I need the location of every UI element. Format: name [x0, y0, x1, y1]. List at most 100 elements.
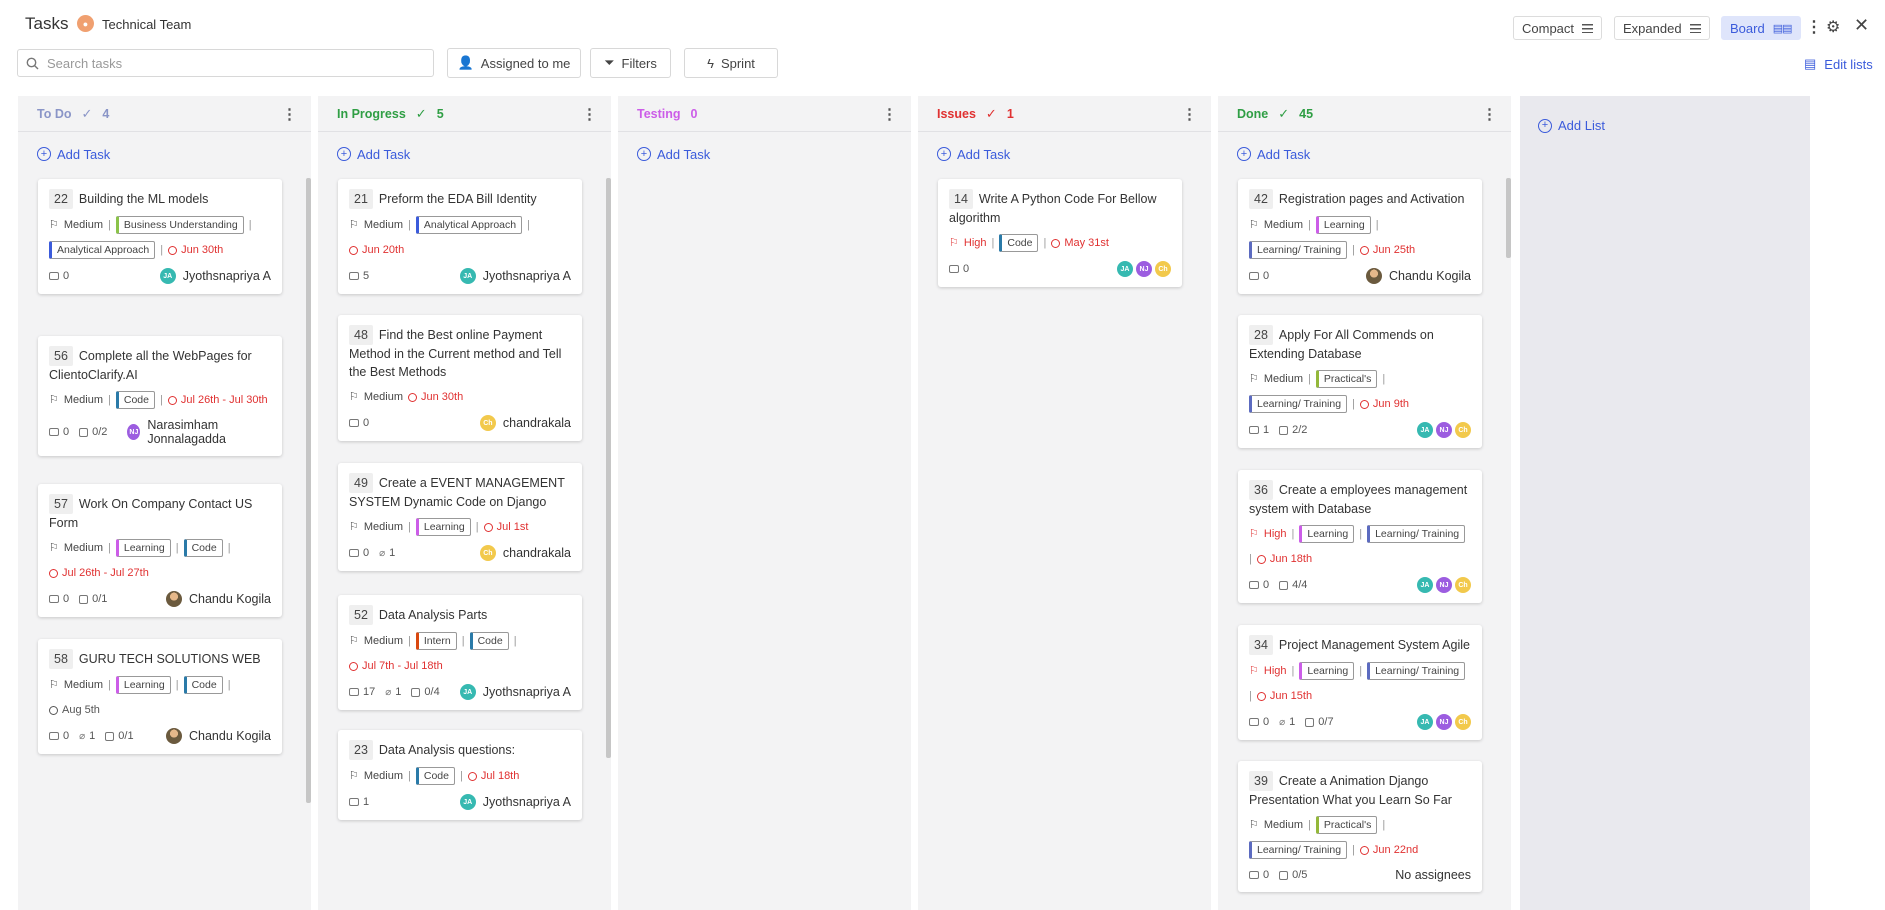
- tag[interactable]: Analytical Approach: [415, 216, 523, 234]
- checklist[interactable]: 2/2: [1279, 424, 1307, 436]
- due-date[interactable]: Jul 1st: [483, 517, 528, 537]
- task-card[interactable]: 49 Create a EVENT MANAGEMENT SYSTEM Dynam…: [338, 463, 582, 571]
- scrollbar-thumb[interactable]: [606, 178, 611, 758]
- due-date[interactable]: Jun 30th: [408, 387, 463, 407]
- tag[interactable]: Practical's: [1315, 816, 1378, 834]
- compact-view-button[interactable]: Compact: [1513, 16, 1603, 40]
- comments[interactable]: 0: [1249, 716, 1269, 728]
- checklist[interactable]: 4/4: [1279, 579, 1307, 591]
- assignee[interactable]: JA Jyothsnapriya A: [459, 794, 571, 810]
- assignee[interactable]: JA Jyothsnapriya A: [459, 268, 571, 284]
- search-box[interactable]: [17, 49, 434, 77]
- add-task-button[interactable]: + Add Task: [18, 132, 311, 176]
- assignee[interactable]: Chandu Kogila: [165, 728, 271, 744]
- priority[interactable]: ⚐ Medium: [349, 387, 403, 407]
- checklist[interactable]: 0/1: [105, 730, 134, 742]
- filters-button[interactable]: ⏷ Filters: [590, 48, 671, 78]
- tag[interactable]: Code: [469, 632, 509, 650]
- comments[interactable]: 0: [1249, 579, 1269, 591]
- task-title[interactable]: 28 Apply For All Commends on Extending Da…: [1249, 325, 1471, 363]
- task-card[interactable]: 58 GURU TECH SOLUTIONS WEB ⚐ Medium | Learni…: [38, 639, 282, 754]
- task-card[interactable]: 48 Find the Best online Payment Method in…: [338, 315, 582, 441]
- due-date[interactable]: Jun 22nd: [1359, 840, 1418, 860]
- tag[interactable]: Code: [115, 391, 155, 409]
- more-options-icon[interactable]: ⋮: [1806, 17, 1822, 37]
- tag[interactable]: Learning: [115, 676, 171, 694]
- tag[interactable]: Learning: [1315, 216, 1371, 234]
- tag[interactable]: Learning: [1299, 662, 1355, 680]
- column-menu-icon[interactable]: ⋮: [582, 105, 597, 123]
- tag[interactable]: Learning/ Training: [1249, 841, 1348, 859]
- settings-gear-icon[interactable]: ⚙: [1826, 17, 1840, 37]
- priority[interactable]: ⚐ High: [1249, 524, 1287, 544]
- due-date[interactable]: Jul 18th: [467, 766, 519, 786]
- comments[interactable]: 0: [49, 270, 69, 282]
- assignee-group[interactable]: JA NJ Ch: [1417, 422, 1471, 438]
- due-date[interactable]: Jul 26th - Jul 30th: [167, 390, 268, 410]
- no-assignees[interactable]: No assignees: [1395, 868, 1471, 882]
- attachments[interactable]: ⌀ 1: [379, 547, 395, 559]
- assignee-group[interactable]: JA NJ Ch: [1417, 714, 1471, 730]
- tag[interactable]: Learning: [115, 539, 171, 557]
- priority[interactable]: ⚐ Medium: [349, 215, 403, 235]
- column-title[interactable]: Issues: [937, 107, 976, 121]
- attachments[interactable]: ⌀ 1: [1279, 716, 1295, 728]
- priority[interactable]: ⚐ Medium: [1249, 815, 1303, 835]
- tag[interactable]: Learning/ Training: [1249, 395, 1348, 413]
- due-date[interactable]: Jun 9th: [1359, 394, 1409, 414]
- add-task-button[interactable]: + Add Task: [918, 132, 1211, 176]
- task-card[interactable]: 56 Complete all the WebPages for ClientoC…: [38, 336, 282, 456]
- task-title[interactable]: 48 Find the Best online Payment Method in…: [349, 325, 571, 381]
- task-card[interactable]: 42 Registration pages and Activation ⚐ Med…: [1238, 179, 1482, 294]
- tag[interactable]: Learning/ Training: [1249, 241, 1348, 259]
- task-card[interactable]: 36 Create a employees management system w…: [1238, 470, 1482, 603]
- task-title[interactable]: 21 Preform the EDA Bill Identity: [349, 189, 571, 209]
- task-title[interactable]: 34 Project Management System Agile: [1249, 635, 1471, 655]
- due-date[interactable]: Jul 7th - Jul 18th: [349, 656, 443, 676]
- task-title[interactable]: 58 GURU TECH SOLUTIONS WEB: [49, 649, 271, 669]
- priority[interactable]: ⚐ Medium: [49, 675, 103, 695]
- task-title[interactable]: 36 Create a employees management system w…: [1249, 480, 1471, 518]
- task-card[interactable]: 57 Work On Company Contact US Form ⚐ Mediu…: [38, 484, 282, 617]
- priority[interactable]: ⚐ Medium: [349, 517, 403, 537]
- due-date[interactable]: Jun 25th: [1359, 240, 1415, 260]
- tag[interactable]: Learning/ Training: [1367, 525, 1466, 543]
- assignee[interactable]: Chandu Kogila: [1365, 268, 1471, 284]
- tag[interactable]: Code: [415, 767, 455, 785]
- comments[interactable]: 1: [1249, 424, 1269, 436]
- tag[interactable]: Analytical Approach: [49, 241, 156, 259]
- assignee-group[interactable]: JA NJ Ch: [1117, 261, 1171, 277]
- assigned-to-me-button[interactable]: 👤 Assigned to me: [447, 48, 581, 78]
- comments[interactable]: 0: [49, 730, 69, 742]
- tag[interactable]: Code: [999, 234, 1039, 252]
- assignee[interactable]: Ch chandrakala: [479, 545, 571, 561]
- comments[interactable]: 0: [1249, 270, 1269, 282]
- search-input[interactable]: [47, 55, 407, 71]
- checklist[interactable]: 0/2: [79, 426, 107, 438]
- add-task-button[interactable]: + Add Task: [618, 132, 911, 176]
- comments[interactable]: 0: [1249, 869, 1269, 881]
- task-card[interactable]: 23 Data Analysis questions: ⚐ Medium | Code |…: [338, 730, 582, 820]
- checklist[interactable]: 0/1: [79, 593, 107, 605]
- edit-lists-button[interactable]: ▤ Edit lists: [1804, 56, 1873, 72]
- scrollbar-thumb[interactable]: [1506, 178, 1511, 258]
- task-card[interactable]: 39 Create a Animation Django Presentation…: [1238, 761, 1482, 892]
- priority[interactable]: ⚐ Medium: [349, 766, 403, 786]
- priority[interactable]: ⚐ Medium: [49, 390, 103, 410]
- column-title[interactable]: Done: [1237, 107, 1268, 121]
- scrollbar-thumb[interactable]: [306, 178, 311, 803]
- task-title[interactable]: 57 Work On Company Contact US Form: [49, 494, 271, 532]
- tag[interactable]: Learning: [415, 518, 471, 536]
- comments[interactable]: 5: [349, 270, 369, 282]
- comments[interactable]: 0: [349, 417, 369, 429]
- attachments[interactable]: ⌀ 1: [79, 730, 95, 742]
- tag[interactable]: Business Understanding: [115, 216, 244, 234]
- expanded-view-button[interactable]: Expanded: [1614, 16, 1710, 40]
- priority[interactable]: ⚐ Medium: [349, 631, 403, 651]
- task-title[interactable]: 14 Write A Python Code For Bellow algorit…: [949, 189, 1171, 227]
- tag[interactable]: Learning: [1299, 525, 1355, 543]
- column-title[interactable]: To Do: [37, 107, 71, 121]
- tag[interactable]: Intern: [415, 632, 457, 650]
- checklist[interactable]: 0/7: [1305, 716, 1334, 728]
- due-date[interactable]: Aug 5th: [49, 700, 100, 720]
